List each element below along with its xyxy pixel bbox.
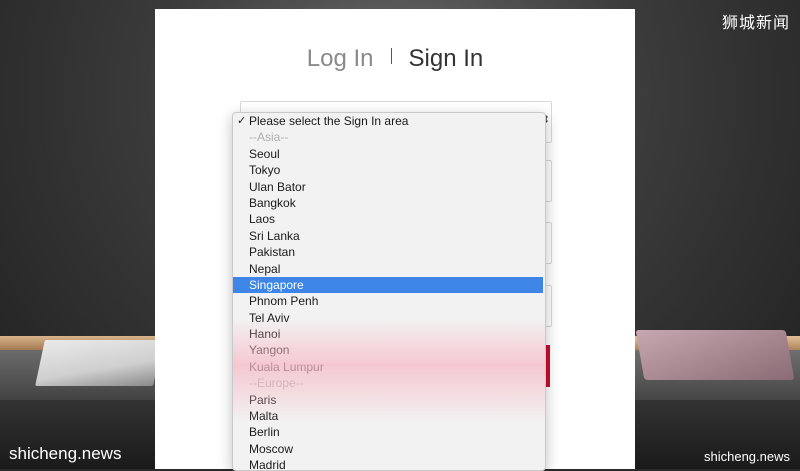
option-label: Berlin: [249, 425, 280, 440]
dropdown-option[interactable]: Kuala Lumpur: [233, 359, 545, 375]
dropdown-option[interactable]: Yangon: [233, 342, 545, 358]
option-label: --Europe--: [249, 376, 304, 391]
option-label: Paris: [249, 392, 277, 407]
dropdown-option[interactable]: Hanoi: [233, 326, 545, 342]
background-fabric: [635, 330, 795, 380]
checkmark-icon: ✓: [237, 115, 247, 127]
area-dropdown-list[interactable]: ✓ Please select the Sign In area --Asia-- S…: [232, 112, 546, 471]
dropdown-option[interactable]: Bangkok: [233, 195, 545, 211]
option-label: Phnom Penh: [249, 294, 319, 309]
option-label: Please select the Sign In area: [249, 114, 409, 128]
option-label: Madrid: [249, 458, 286, 471]
dropdown-option[interactable]: Seoul: [233, 146, 545, 162]
option-label: Hanoi: [249, 327, 281, 342]
dropdown-option[interactable]: Sri Lanka: [233, 228, 545, 244]
option-label: Singapore: [249, 277, 304, 292]
option-label: Sri Lanka: [249, 228, 300, 243]
option-label: Kuala Lumpur: [249, 359, 324, 374]
dropdown-option[interactable]: Berlin: [233, 424, 545, 440]
option-label: Ulan Bator: [249, 179, 306, 194]
option-label: Moscow: [249, 441, 294, 456]
option-label: Nepal: [249, 261, 281, 276]
dropdown-option[interactable]: Paris: [233, 392, 545, 408]
dropdown-option[interactable]: Ulan Bator: [233, 179, 545, 195]
option-label: Seoul: [249, 146, 280, 161]
dropdown-option[interactable]: Laos: [233, 211, 545, 227]
option-label: Laos: [249, 212, 276, 227]
dropdown-option[interactable]: Malta: [233, 408, 545, 424]
option-label: Tel Aviv: [249, 310, 290, 325]
option-label: Malta: [249, 409, 279, 424]
option-label: Pakistan: [249, 245, 296, 260]
dropdown-option[interactable]: Phnom Penh: [233, 293, 545, 309]
background-books: [35, 340, 163, 386]
dropdown-option[interactable]: Singapore: [233, 276, 543, 294]
dropdown-option[interactable]: Tel Aviv: [233, 310, 545, 326]
watermark-bottom-right: shicheng.news: [704, 449, 790, 464]
auth-tabs: Log In Sign In: [155, 45, 635, 73]
option-label: Bangkok: [249, 195, 296, 210]
tab-login[interactable]: Log In: [307, 45, 374, 72]
watermark-top-right: 狮城新闻: [721, 15, 790, 32]
watermark-bottom-left: shicheng.news: [9, 444, 122, 463]
option-label: --Asia--: [249, 130, 289, 145]
tab-divider: [390, 48, 392, 64]
dropdown-option[interactable]: Nepal: [233, 261, 545, 277]
option-group-label: --Asia--: [233, 129, 545, 145]
dropdown-option[interactable]: Moscow: [233, 441, 545, 457]
dropdown-option[interactable]: Tokyo: [233, 162, 545, 178]
tab-signin[interactable]: Sign In: [409, 45, 484, 72]
option-label: Tokyo: [249, 163, 281, 178]
dropdown-option[interactable]: Pakistan: [233, 244, 545, 260]
option-label: Yangon: [249, 343, 290, 358]
dropdown-option[interactable]: ✓ Please select the Sign In area: [233, 113, 545, 129]
option-group-label: --Europe--: [233, 375, 545, 391]
